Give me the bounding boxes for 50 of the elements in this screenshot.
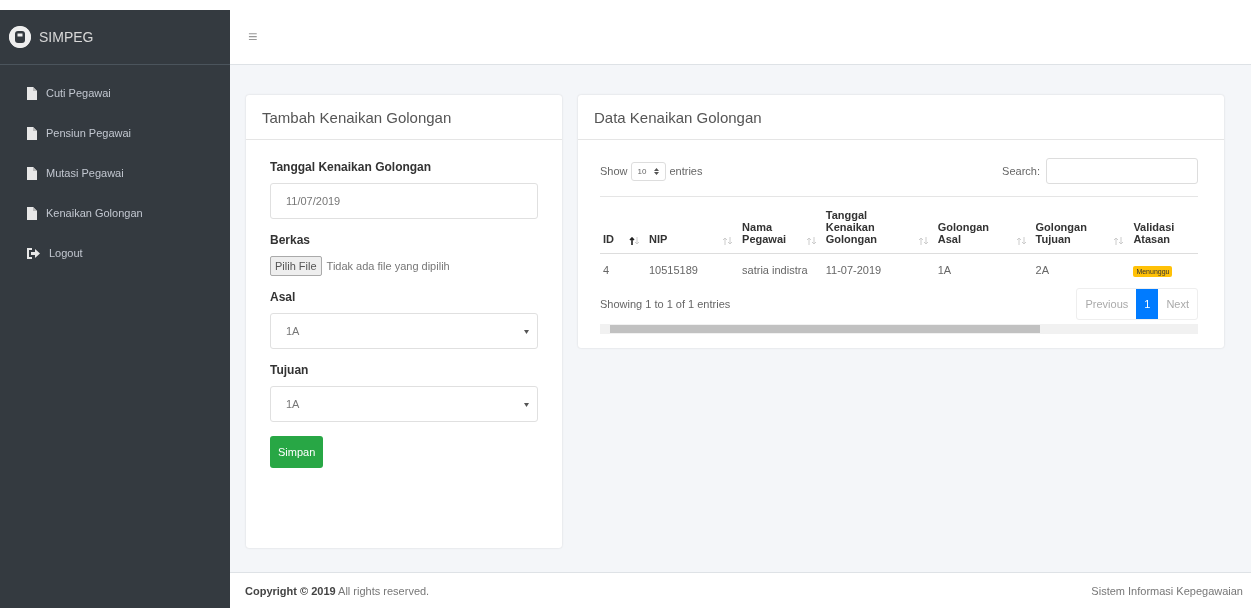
file-icon <box>27 86 37 100</box>
entries-label: entries <box>669 165 703 177</box>
sort-icon[interactable] <box>628 237 640 245</box>
table-cell: 4 <box>603 264 610 276</box>
field-label: Tanggal Kenaikan Golongan <box>270 160 433 174</box>
search-label: Search: <box>1002 165 1040 177</box>
logo-icon <box>9 26 31 48</box>
sidebar-item[interactable]: Mutasi Pegawai <box>0 153 230 193</box>
copyright-text: Copyright © 2019 All rights reserved. <box>245 584 430 597</box>
field-label: Tujuan <box>270 363 310 377</box>
show-label: Show <box>600 165 628 177</box>
caret-icon <box>524 402 529 407</box>
file-icon <box>27 166 37 180</box>
file-icon <box>27 206 37 220</box>
sidebar-item[interactable]: Kenaikan Golongan <box>0 193 230 233</box>
horizontal-scrollbar[interactable] <box>600 324 1198 334</box>
column-header[interactable]: NIP <box>648 233 668 245</box>
table-cell: satria indistra <box>742 264 808 276</box>
column-header[interactable]: Golongan Tujuan <box>1035 221 1108 245</box>
column-header[interactable]: ID <box>603 233 614 245</box>
select-field[interactable]: 1A <box>270 313 538 349</box>
pagination-button[interactable]: 1 <box>1136 289 1159 319</box>
date-field[interactable]: 11/07/2019 <box>270 183 538 219</box>
caret-icon <box>524 329 529 334</box>
choose-file-button[interactable]: Pilih File <box>270 256 322 276</box>
sidebar-item[interactable]: Logout <box>0 233 230 273</box>
file-status-text: Tidak ada file yang dipilih <box>326 260 450 272</box>
column-header[interactable]: Tanggal Kenaikan Golongan <box>825 209 912 245</box>
card-title: Data Kenaikan Golongan <box>578 95 1224 140</box>
search-field[interactable] <box>1046 158 1198 184</box>
field-label: Asal <box>270 290 297 304</box>
column-header[interactable]: Validasi Atasan <box>1133 221 1194 245</box>
field-label: Berkas <box>270 233 312 247</box>
select-field[interactable]: 1A <box>270 386 538 422</box>
sidebar-item[interactable]: Cuti Pegawai <box>0 73 230 113</box>
table-info: Showing 1 to 1 of 1 entries <box>600 298 731 310</box>
sign-out-icon <box>27 247 40 259</box>
table-cell: 1A <box>937 264 952 276</box>
spinner-arrows-icon <box>654 167 660 175</box>
brand-title[interactable]: SIMPEG <box>39 29 94 45</box>
column-header[interactable]: Golongan Asal <box>937 221 1010 245</box>
entries-select[interactable]: 10 <box>630 161 667 181</box>
table-cell: 11-07-2019 <box>825 264 882 276</box>
column-header[interactable]: Nama Pegawai <box>742 221 800 245</box>
table-cell: 2A <box>1035 264 1050 276</box>
table-cell: 10515189 <box>648 264 698 276</box>
file-icon <box>27 126 37 140</box>
footer-text: Sistem Informasi Kepegawaian <box>1091 584 1243 597</box>
sidebar-item[interactable]: Pensiun Pegawai <box>0 113 230 153</box>
card-title: Tambah Kenaikan Golongan <box>246 95 562 140</box>
